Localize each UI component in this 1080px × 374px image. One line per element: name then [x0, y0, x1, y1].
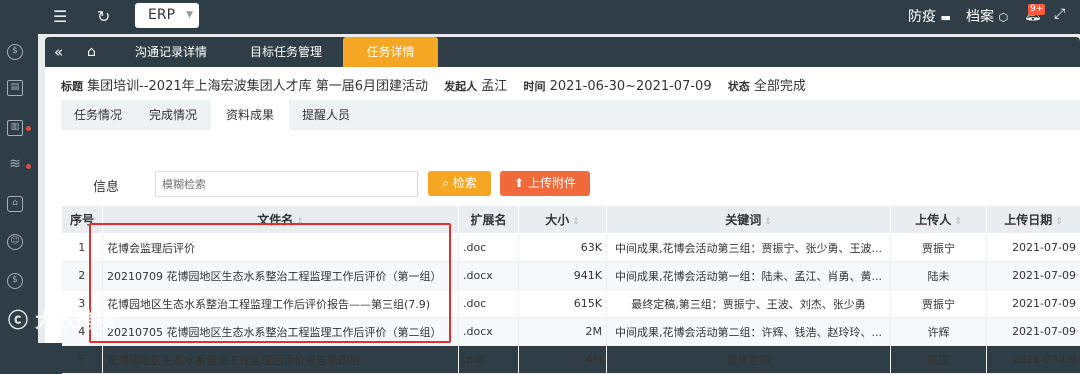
open-book-icon[interactable]: ⌂ — [7, 196, 23, 212]
row-date: 2021-07-09 — [987, 290, 1080, 318]
row-uploader: 贾振宁 — [891, 290, 987, 318]
search-button-label: 检索 — [453, 176, 477, 190]
row-keywords: 中间成果,花博会活动第三组：贾振宁、张少勇、王波... — [607, 234, 891, 262]
sub-tab-bar: 任务情况 完成情况 资料成果 提醒人员 — [61, 100, 1080, 130]
row-ext: .doc — [459, 290, 519, 318]
cube-icon: ⬡ — [998, 11, 1008, 24]
row-uploader: 贾振宁 — [891, 234, 987, 262]
upload-icon: ⬆ — [514, 176, 524, 190]
row-keywords: 中间成果,花博会活动第一组：陆未、孟江、肖勇、黄... — [607, 262, 891, 290]
row-ext: .doc — [459, 234, 519, 262]
left-rail: $ ▤ ▥ ≋ ⌂ ☺ $ — [0, 34, 38, 343]
watermark: ⓒ 大数跨境 — [8, 304, 115, 333]
top-bar: ☰ ↻ ERP ▼ 防疫 ▬ 档案 ⬡ 🔔︎ 9+ ⤢ — [0, 0, 1080, 34]
book-icon[interactable]: ▥ — [7, 120, 23, 136]
tab-task-status[interactable]: 任务情况 — [61, 100, 135, 130]
epidemic-link[interactable]: 防疫 ▬ — [908, 6, 951, 26]
tab-completion[interactable]: 完成情况 — [135, 100, 211, 130]
fullscreen-icon[interactable]: ⤢ — [1054, 6, 1065, 22]
search-button[interactable]: ⌕ 检索 — [428, 171, 491, 196]
archive-label: 档案 — [966, 9, 994, 25]
title-label: 标题 — [61, 80, 83, 93]
row-size: 941K — [519, 262, 607, 290]
row-keywords: 中间成果,花博会活动第二组：许辉、钱浩、赵玲玲、... — [607, 318, 891, 346]
row-date: 2021-07-09 — [987, 262, 1080, 290]
system-select[interactable]: ERP ▼ — [135, 3, 199, 28]
upload-button-label: 上传附件 — [528, 176, 576, 190]
watermark-logo-icon: ⓒ — [8, 308, 28, 332]
sort-icon[interactable]: ⇕ — [764, 217, 772, 227]
row-uploader: 许辉 — [891, 318, 987, 346]
row-size: 2M — [519, 318, 607, 346]
header-date[interactable]: 上传日期⇕ — [987, 206, 1080, 234]
refresh-icon[interactable]: ↻ — [97, 7, 110, 26]
menu-icon[interactable]: ☰ — [53, 7, 67, 26]
layers-icon[interactable]: ≋ — [7, 158, 23, 174]
nav-tab-bar: « ⌂ 沟通记录详情 目标任务管理 任务详情 — [45, 37, 1080, 67]
dollar-icon[interactable]: $ — [7, 273, 23, 289]
archive-link[interactable]: 档案 ⬡ — [966, 6, 1008, 26]
home-icon[interactable]: ⌂ — [87, 37, 96, 67]
watermark-text: 大数跨境 — [35, 308, 115, 332]
status-value: 全部完成 — [754, 79, 806, 94]
row-uploader: 陈汉 — [891, 346, 987, 374]
status-label: 状态 — [728, 80, 750, 93]
row-ext: .docx — [459, 262, 519, 290]
search-label: 信息 — [93, 176, 119, 195]
time-value: 2021-06-30~2021-07-09 — [550, 79, 712, 94]
collapse-icon[interactable]: « — [54, 37, 63, 67]
header-ext: 扩展名 — [459, 206, 519, 234]
initiator-value: 孟江 — [481, 79, 507, 94]
search-icon: ⌕ — [442, 176, 449, 190]
alert-dot — [26, 126, 31, 131]
row-size: 63K — [519, 234, 607, 262]
header-uploader[interactable]: 上传人⇕ — [891, 206, 987, 234]
tab-task-detail[interactable]: 任务详情 — [343, 37, 438, 67]
row-size: 615K — [519, 290, 607, 318]
header-keywords[interactable]: 关键词⇕ — [607, 206, 891, 234]
tab-reminders[interactable]: 提醒人员 — [289, 100, 363, 130]
chevron-down-icon: ▼ — [186, 3, 193, 28]
row-filename[interactable]: 花博园地区生态水系整治工程监理后评价报告第四组 — [103, 346, 459, 374]
initiator-label: 发起人 — [444, 80, 477, 93]
tab-materials[interactable]: 资料成果 — [211, 100, 289, 130]
highlight-box — [89, 223, 451, 343]
row-keywords: 最终定稿,第三组：贾振宁、王波、刘杰、张少勇 — [607, 290, 891, 318]
time-label: 时间 — [523, 80, 545, 93]
task-header: 标题 集团培训--2021年上海宏波集团人才库 第一届6月团建活动 发起人 孟江… — [61, 75, 818, 94]
user-icon[interactable]: ☺ — [7, 234, 23, 250]
table-row[interactable]: 5 花博园地区生态水系整治工程监理后评价报告第四组 .pdf 4M 最终定稿 陈… — [62, 346, 1080, 374]
epidemic-label: 防疫 — [908, 9, 936, 25]
sort-icon[interactable]: ⇕ — [1055, 217, 1063, 227]
monitor-icon: ▬ — [940, 11, 950, 24]
row-ext: .docx — [459, 318, 519, 346]
row-date: 2021-07-09 — [987, 234, 1080, 262]
dollar-icon[interactable]: $ — [7, 44, 23, 60]
row-date: 2021-07-09 — [987, 318, 1080, 346]
task-title: 集团培训--2021年上海宏波集团人才库 第一届6月团建活动 — [87, 79, 428, 94]
row-ext: .pdf — [459, 346, 519, 374]
row-date: 2021-07-08 — [987, 346, 1080, 374]
alert-dot — [26, 164, 31, 169]
system-select-value: ERP — [148, 7, 175, 23]
notification-badge: 9+ — [1028, 4, 1045, 15]
sort-icon[interactable]: ⇕ — [954, 217, 962, 227]
row-keywords: 最终定稿 — [607, 346, 891, 374]
tab-communication[interactable]: 沟通记录详情 — [135, 37, 207, 67]
tab-goal-management[interactable]: 目标任务管理 — [250, 37, 322, 67]
header-size[interactable]: 大小⇕ — [519, 206, 607, 234]
row-uploader: 陆未 — [891, 262, 987, 290]
row-size: 4M — [519, 346, 607, 374]
upload-button[interactable]: ⬆ 上传附件 — [500, 171, 590, 196]
clipboard-icon[interactable]: ▤ — [7, 80, 23, 96]
sort-icon[interactable]: ⇕ — [572, 217, 580, 227]
row-no: 5 — [62, 346, 103, 374]
search-input[interactable] — [155, 171, 418, 197]
